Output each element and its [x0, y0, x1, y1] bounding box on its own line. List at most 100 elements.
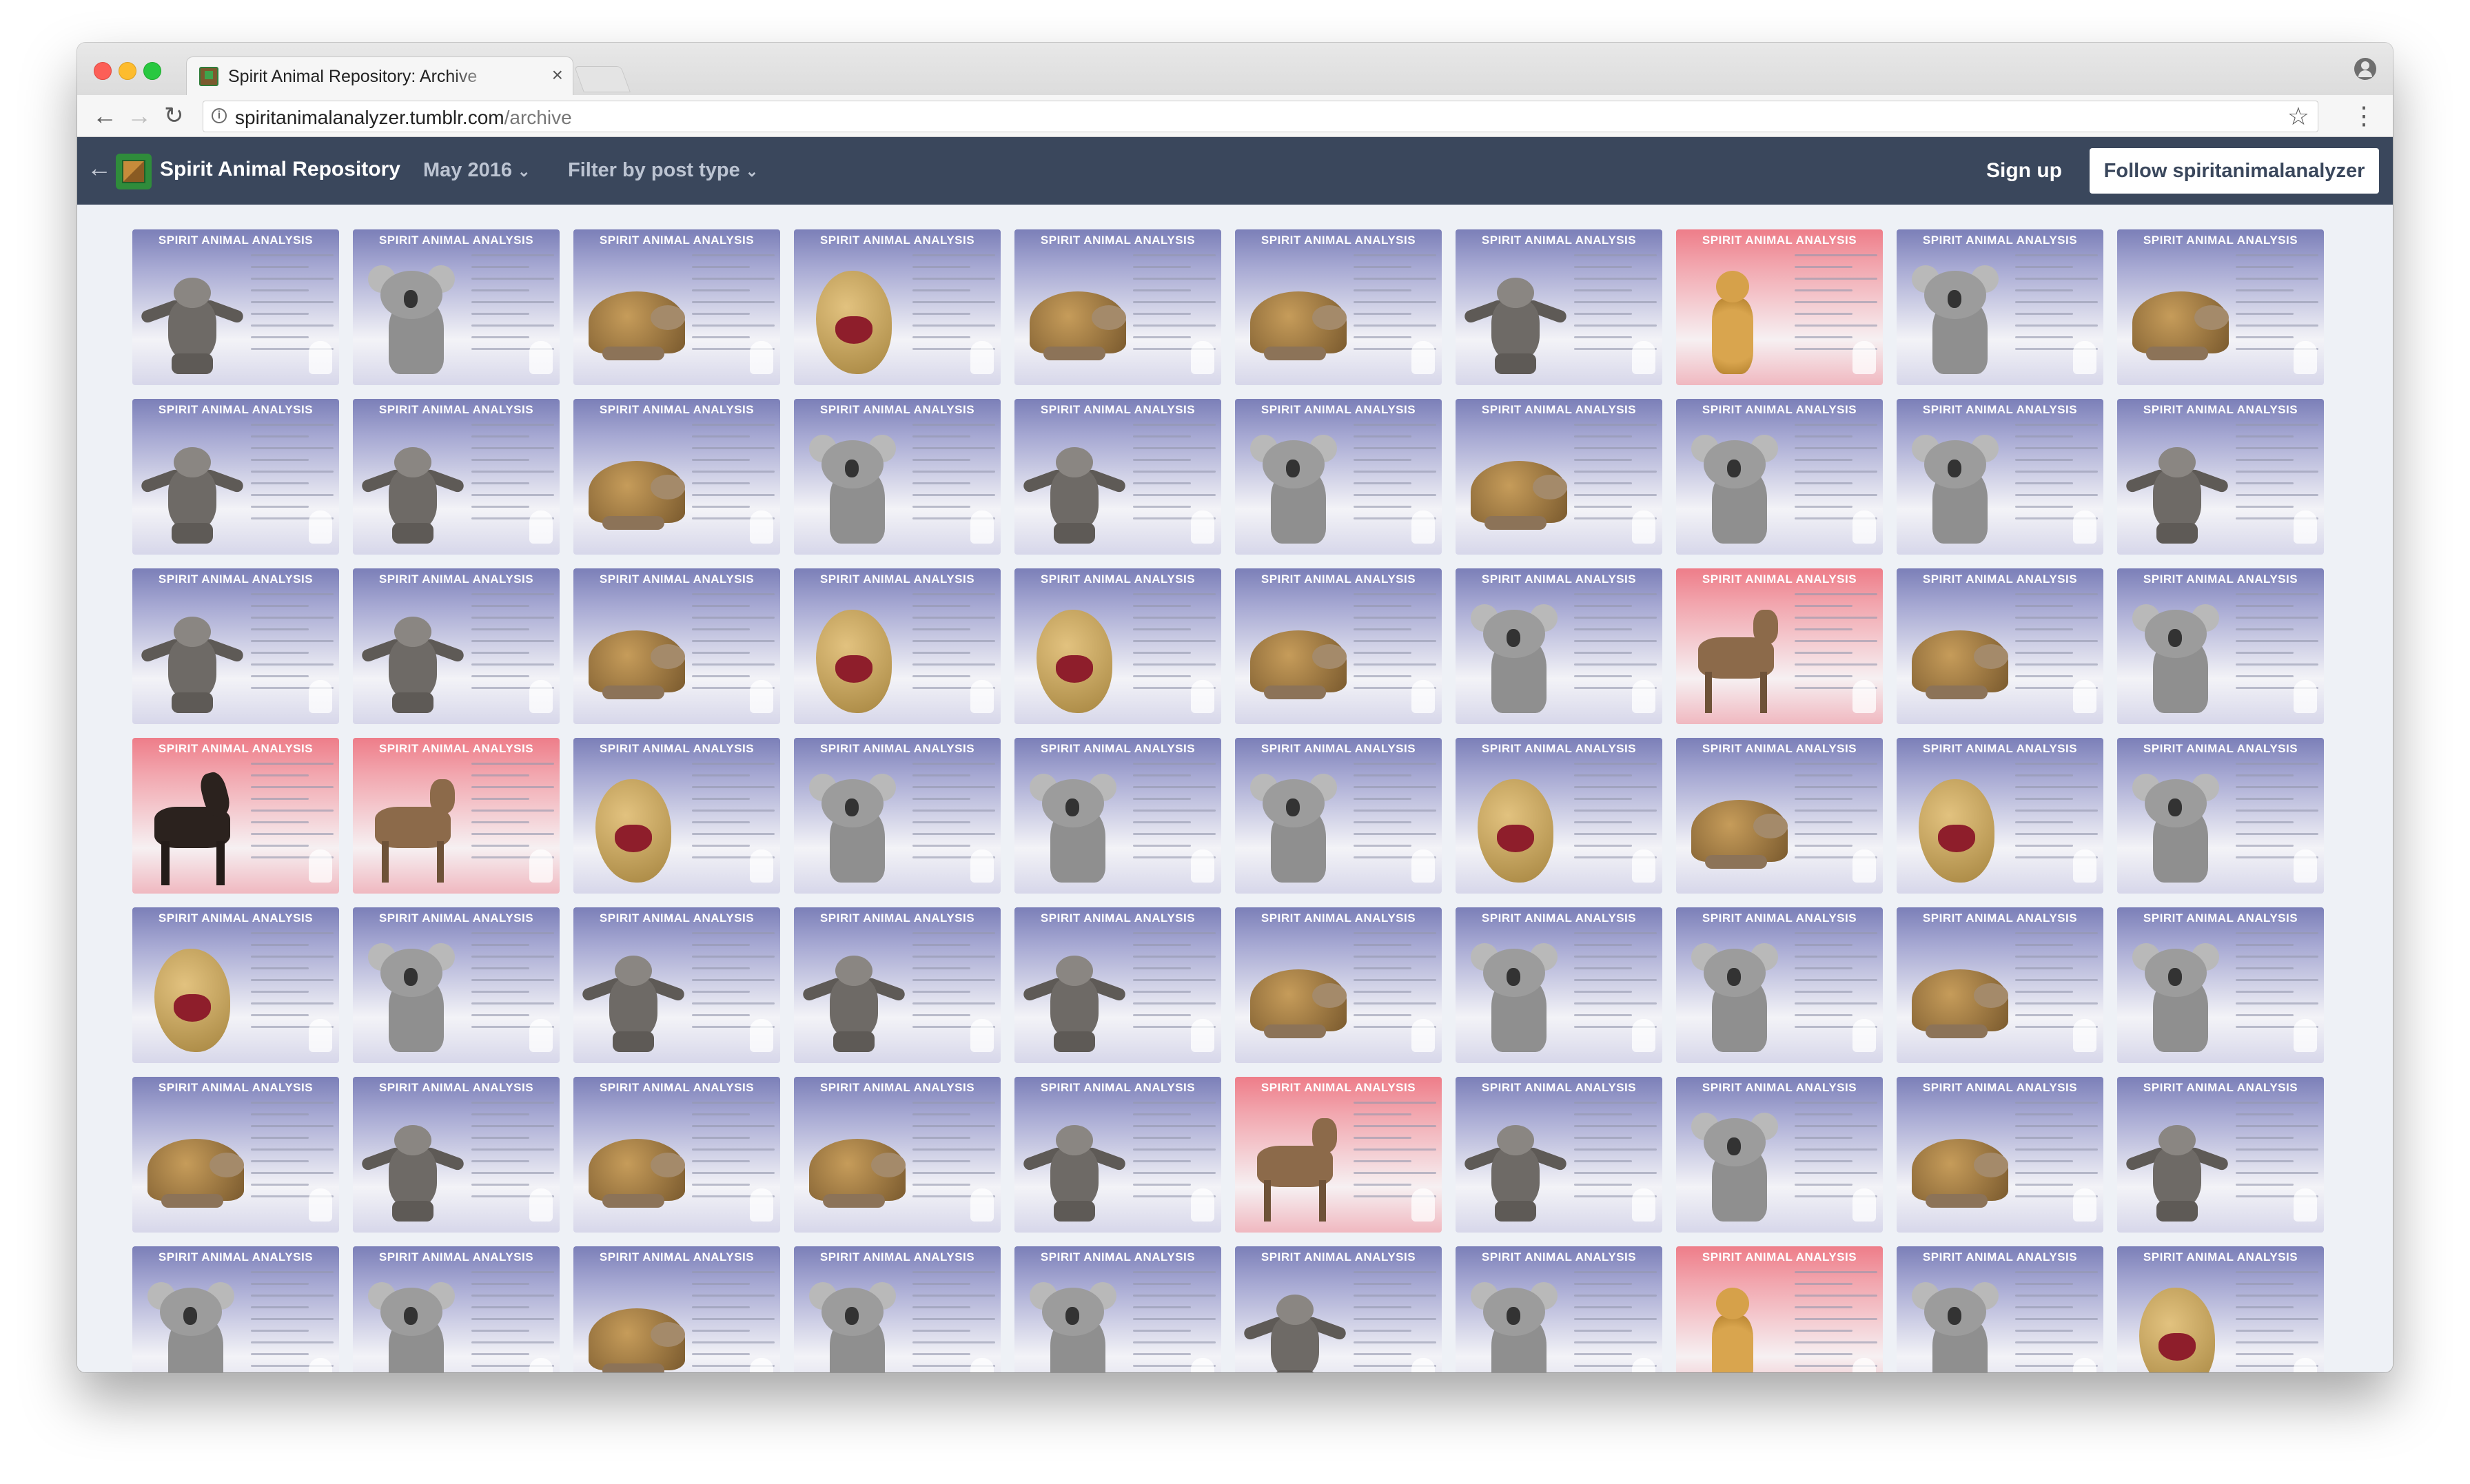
archive-post-thumbnail[interactable]: SPIRIT ANIMAL ANALYSIS — [1897, 1246, 2103, 1372]
archive-post-thumbnail[interactable]: SPIRIT ANIMAL ANALYSIS — [1014, 907, 1221, 1063]
archive-post-thumbnail[interactable]: SPIRIT ANIMAL ANALYSIS — [1676, 1077, 1883, 1233]
archive-post-thumbnail[interactable]: SPIRIT ANIMAL ANALYSIS — [794, 399, 1001, 555]
archive-post-thumbnail[interactable]: SPIRIT ANIMAL ANALYSIS — [1235, 229, 1442, 385]
forward-icon[interactable]: → — [127, 101, 152, 131]
archive-post-thumbnail[interactable]: SPIRIT ANIMAL ANALYSIS — [794, 229, 1001, 385]
archive-post-thumbnail[interactable]: SPIRIT ANIMAL ANALYSIS — [132, 907, 339, 1063]
archive-post-thumbnail[interactable]: SPIRIT ANIMAL ANALYSIS — [1676, 738, 1883, 894]
archive-post-thumbnail[interactable]: SPIRIT ANIMAL ANALYSIS — [132, 568, 339, 724]
archive-post-thumbnail[interactable]: SPIRIT ANIMAL ANALYSIS — [794, 738, 1001, 894]
archive-post-thumbnail[interactable]: SPIRIT ANIMAL ANALYSIS — [1897, 1077, 2103, 1233]
info-icon[interactable]: i — [212, 108, 227, 123]
post-thumbnail-text-lines — [2236, 1271, 2318, 1372]
archive-post-thumbnail[interactable]: SPIRIT ANIMAL ANALYSIS — [1676, 568, 1883, 724]
reload-icon[interactable]: ↻ — [164, 101, 184, 131]
archive-post-thumbnail[interactable]: SPIRIT ANIMAL ANALYSIS — [353, 1246, 560, 1372]
archive-post-thumbnail[interactable]: SPIRIT ANIMAL ANALYSIS — [132, 399, 339, 555]
archive-post-thumbnail[interactable]: SPIRIT ANIMAL ANALYSIS — [2117, 1077, 2324, 1233]
archive-post-thumbnail[interactable]: SPIRIT ANIMAL ANALYSIS — [1235, 568, 1442, 724]
archive-post-thumbnail[interactable]: SPIRIT ANIMAL ANALYSIS — [132, 229, 339, 385]
archive-post-thumbnail[interactable]: SPIRIT ANIMAL ANALYSIS — [1676, 399, 1883, 555]
new-tab-button[interactable] — [574, 66, 631, 92]
maximize-window-button[interactable] — [143, 62, 161, 80]
archive-post-thumbnail[interactable]: SPIRIT ANIMAL ANALYSIS — [1676, 1246, 1883, 1372]
archive-post-thumbnail[interactable]: SPIRIT ANIMAL ANALYSIS — [1456, 229, 1662, 385]
archive-post-thumbnail[interactable]: SPIRIT ANIMAL ANALYSIS — [1897, 229, 2103, 385]
tab-close-icon[interactable]: × — [552, 64, 563, 86]
blog-avatar[interactable] — [116, 154, 152, 189]
archive-post-thumbnail[interactable]: SPIRIT ANIMAL ANALYSIS — [573, 738, 780, 894]
archive-post-thumbnail[interactable]: SPIRIT ANIMAL ANALYSIS — [573, 1077, 780, 1233]
archive-post-thumbnail[interactable]: SPIRIT ANIMAL ANALYSIS — [1897, 738, 2103, 894]
archive-post-thumbnail[interactable]: SPIRIT ANIMAL ANALYSIS — [1235, 907, 1442, 1063]
archive-post-thumbnail[interactable]: SPIRIT ANIMAL ANALYSIS — [132, 738, 339, 894]
archive-post-thumbnail[interactable]: SPIRIT ANIMAL ANALYSIS — [2117, 568, 2324, 724]
archive-post-thumbnail[interactable]: SPIRIT ANIMAL ANALYSIS — [132, 1246, 339, 1372]
archive-post-thumbnail[interactable]: SPIRIT ANIMAL ANALYSIS — [2117, 229, 2324, 385]
archive-post-thumbnail[interactable]: SPIRIT ANIMAL ANALYSIS — [1014, 229, 1221, 385]
archive-post-thumbnail[interactable]: SPIRIT ANIMAL ANALYSIS — [1456, 1246, 1662, 1372]
archive-post-thumbnail[interactable]: SPIRIT ANIMAL ANALYSIS — [353, 907, 560, 1063]
archive-post-thumbnail[interactable]: SPIRIT ANIMAL ANALYSIS — [1014, 738, 1221, 894]
archive-post-thumbnail[interactable]: SPIRIT ANIMAL ANALYSIS — [794, 1077, 1001, 1233]
archive-post-thumbnail[interactable]: SPIRIT ANIMAL ANALYSIS — [573, 399, 780, 555]
address-bar[interactable]: i spiritanimalanalyzer.tumblr.com/archiv… — [203, 101, 2318, 132]
archive-post-thumbnail[interactable]: SPIRIT ANIMAL ANALYSIS — [1676, 907, 1883, 1063]
archive-post-thumbnail[interactable]: SPIRIT ANIMAL ANALYSIS — [1235, 1246, 1442, 1372]
active-tab[interactable]: Spirit Animal Repository: Archive × — [186, 56, 573, 96]
browser-menu-icon[interactable]: ⋮ — [2351, 101, 2376, 131]
archive-post-thumbnail[interactable]: SPIRIT ANIMAL ANALYSIS — [353, 738, 560, 894]
archive-post-thumbnail[interactable]: SPIRIT ANIMAL ANALYSIS — [573, 1246, 780, 1372]
animal-silhouette-icon — [529, 1019, 553, 1052]
archive-post-thumbnail[interactable]: SPIRIT ANIMAL ANALYSIS — [1456, 738, 1662, 894]
profile-icon[interactable] — [2354, 58, 2376, 80]
archive-post-thumbnail[interactable]: SPIRIT ANIMAL ANALYSIS — [573, 907, 780, 1063]
archive-post-thumbnail[interactable]: SPIRIT ANIMAL ANALYSIS — [1235, 738, 1442, 894]
archive-post-thumbnail[interactable]: SPIRIT ANIMAL ANALYSIS — [1456, 399, 1662, 555]
archive-post-thumbnail[interactable]: SPIRIT ANIMAL ANALYSIS — [2117, 399, 2324, 555]
archive-post-thumbnail[interactable]: SPIRIT ANIMAL ANALYSIS — [794, 907, 1001, 1063]
archive-post-thumbnail[interactable]: SPIRIT ANIMAL ANALYSIS — [1014, 1077, 1221, 1233]
archive-post-thumbnail[interactable]: SPIRIT ANIMAL ANALYSIS — [1014, 399, 1221, 555]
back-icon[interactable]: ← — [92, 101, 117, 131]
post-thumbnail-title: SPIRIT ANIMAL ANALYSIS — [1702, 573, 1857, 586]
archive-post-thumbnail[interactable]: SPIRIT ANIMAL ANALYSIS — [1897, 568, 2103, 724]
archive-post-thumbnail[interactable]: SPIRIT ANIMAL ANALYSIS — [573, 229, 780, 385]
post-thumbnail-title: SPIRIT ANIMAL ANALYSIS — [819, 1250, 975, 1264]
close-window-button[interactable] — [94, 62, 112, 80]
archive-post-thumbnail[interactable]: SPIRIT ANIMAL ANALYSIS — [1456, 1077, 1662, 1233]
favicon-icon — [199, 67, 218, 86]
archive-post-thumbnail[interactable]: SPIRIT ANIMAL ANALYSIS — [2117, 738, 2324, 894]
archive-post-thumbnail[interactable]: SPIRIT ANIMAL ANALYSIS — [132, 1077, 339, 1233]
archive-post-thumbnail[interactable]: SPIRIT ANIMAL ANALYSIS — [1456, 568, 1662, 724]
archive-post-thumbnail[interactable]: SPIRIT ANIMAL ANALYSIS — [1676, 229, 1883, 385]
archive-post-thumbnail[interactable]: SPIRIT ANIMAL ANALYSIS — [1014, 1246, 1221, 1372]
archive-post-thumbnail[interactable]: SPIRIT ANIMAL ANALYSIS — [1014, 568, 1221, 724]
archive-post-thumbnail[interactable]: SPIRIT ANIMAL ANALYSIS — [573, 568, 780, 724]
archive-post-thumbnail[interactable]: SPIRIT ANIMAL ANALYSIS — [353, 568, 560, 724]
sign-up-link[interactable]: Sign up — [1986, 159, 2062, 183]
post-thumbnail-text-lines — [1133, 1271, 1216, 1372]
date-filter-dropdown[interactable]: May 2016 ⌄ — [423, 159, 530, 182]
blog-name[interactable]: Spirit Animal Repository — [160, 158, 400, 181]
bookmark-star-icon[interactable]: ☆ — [2287, 101, 2309, 132]
archive-post-thumbnail[interactable]: SPIRIT ANIMAL ANALYSIS — [353, 399, 560, 555]
archive-post-thumbnail[interactable]: SPIRIT ANIMAL ANALYSIS — [1456, 907, 1662, 1063]
archive-post-thumbnail[interactable]: SPIRIT ANIMAL ANALYSIS — [2117, 1246, 2324, 1372]
archive-post-thumbnail[interactable]: SPIRIT ANIMAL ANALYSIS — [794, 1246, 1001, 1372]
minimize-window-button[interactable] — [119, 62, 136, 80]
url-path: /archive — [504, 107, 572, 128]
archive-post-thumbnail[interactable]: SPIRIT ANIMAL ANALYSIS — [353, 1077, 560, 1233]
archive-post-thumbnail[interactable]: SPIRIT ANIMAL ANALYSIS — [794, 568, 1001, 724]
back-to-blog-icon[interactable]: ← — [87, 154, 112, 183]
archive-post-thumbnail[interactable]: SPIRIT ANIMAL ANALYSIS — [353, 229, 560, 385]
archive-post-thumbnail[interactable]: SPIRIT ANIMAL ANALYSIS — [2117, 907, 2324, 1063]
follow-button[interactable]: Follow spiritanimalanalyzer — [2090, 148, 2379, 194]
url-text[interactable]: spiritanimalanalyzer.tumblr.com/archive — [235, 107, 572, 129]
koala-image — [1684, 1097, 1788, 1228]
archive-post-thumbnail[interactable]: SPIRIT ANIMAL ANALYSIS — [1235, 1077, 1442, 1233]
post-type-filter-dropdown[interactable]: Filter by post type ⌄ — [568, 159, 758, 182]
archive-post-thumbnail[interactable]: SPIRIT ANIMAL ANALYSIS — [1235, 399, 1442, 555]
archive-post-thumbnail[interactable]: SPIRIT ANIMAL ANALYSIS — [1897, 907, 2103, 1063]
archive-post-thumbnail[interactable]: SPIRIT ANIMAL ANALYSIS — [1897, 399, 2103, 555]
